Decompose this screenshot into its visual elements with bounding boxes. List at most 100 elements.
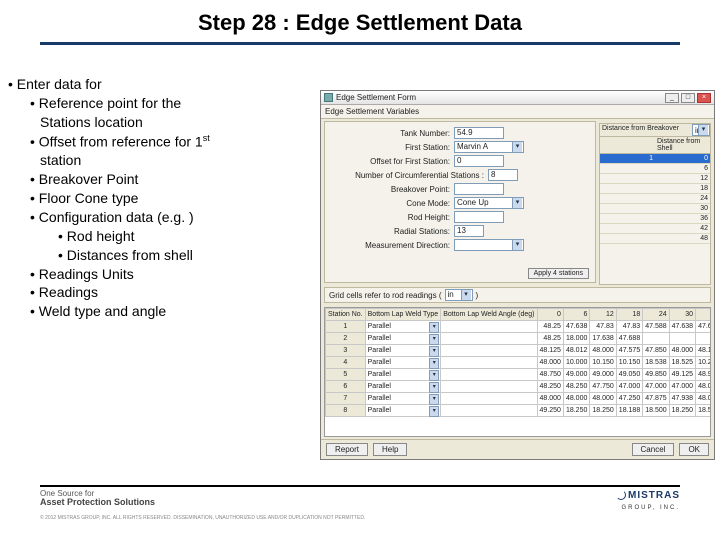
weld-angle-cell[interactable] [441, 381, 537, 393]
reading-cell[interactable]: 18.250 [563, 405, 589, 417]
weld-angle-cell[interactable] [441, 369, 537, 381]
table-row[interactable]: 3Parallel48.12548.01248.00047.57547.8504… [326, 345, 712, 357]
reading-cell[interactable]: 10.150 [616, 357, 642, 369]
window-titlebar[interactable]: Edge Settlement Form _ □ × [321, 91, 714, 105]
reading-cell[interactable]: 48.25 [537, 333, 563, 345]
reading-cell[interactable]: 47.588 [643, 321, 669, 333]
reading-cell[interactable]: 47.83 [616, 321, 642, 333]
reading-cell[interactable]: 47.875 [643, 393, 669, 405]
reading-cell[interactable]: 49.850 [643, 369, 669, 381]
reading-cell[interactable]: 48.000 [590, 393, 616, 405]
reading-cell[interactable]: 48.250 [563, 381, 589, 393]
reading-cell[interactable]: 48.062 [696, 381, 711, 393]
distance-row[interactable]: 12 [600, 174, 710, 184]
reading-cell[interactable]: 47.83 [590, 321, 616, 333]
reading-cell[interactable]: 48.000 [537, 393, 563, 405]
reading-cell[interactable]: 10.000 [563, 357, 589, 369]
weld-type-cell[interactable]: Parallel [365, 405, 441, 417]
num-circ-input[interactable]: 8 [488, 169, 518, 181]
distance-row[interactable]: 30 [600, 204, 710, 214]
reading-cell[interactable]: 18.525 [669, 357, 695, 369]
cone-mode-select[interactable]: Cone Up [454, 197, 524, 209]
distance-row[interactable]: 48 [600, 234, 710, 244]
breakover-input[interactable] [454, 183, 504, 195]
units-select[interactable]: in [445, 289, 473, 301]
reading-cell[interactable]: 47.688 [696, 321, 711, 333]
weld-angle-cell[interactable] [441, 345, 537, 357]
weld-type-cell[interactable]: Parallel [365, 393, 441, 405]
weld-angle-cell[interactable] [441, 357, 537, 369]
weld-type-cell[interactable]: Parallel [365, 369, 441, 381]
ok-button[interactable]: OK [679, 443, 709, 456]
reading-cell[interactable]: 47.000 [669, 381, 695, 393]
reading-cell[interactable]: 18.562 [696, 405, 711, 417]
distance-row[interactable]: 6 [600, 164, 710, 174]
weld-angle-cell[interactable] [441, 393, 537, 405]
rp-unit-select[interactable]: in [692, 124, 710, 136]
reading-cell[interactable]: 18.250 [590, 405, 616, 417]
reading-cell[interactable]: 18.500 [643, 405, 669, 417]
table-row[interactable]: 2Parallel48.2518.00017.63847.688 [326, 333, 712, 345]
reading-cell[interactable]: 49.000 [590, 369, 616, 381]
weld-type-cell[interactable]: Parallel [365, 321, 441, 333]
reading-cell[interactable]: 48.250 [537, 381, 563, 393]
minimize-button[interactable]: _ [665, 93, 679, 103]
table-row[interactable]: 5Parallel48.75049.00049.00049.05049.8504… [326, 369, 712, 381]
reading-cell[interactable]: 47.638 [563, 321, 589, 333]
weld-type-cell[interactable]: Parallel [365, 345, 441, 357]
table-row[interactable]: 4Parallel48.00010.00010.15010.15018.5381… [326, 357, 712, 369]
reading-cell[interactable]: 47.000 [643, 381, 669, 393]
reading-cell[interactable] [669, 333, 695, 345]
reading-cell[interactable]: 47.750 [590, 381, 616, 393]
weld-angle-cell[interactable] [441, 405, 537, 417]
reading-cell[interactable]: 49.000 [563, 369, 589, 381]
offset-input[interactable]: 0 [454, 155, 504, 167]
reading-cell[interactable]: 17.638 [590, 333, 616, 345]
table-row[interactable]: 1Parallel48.2547.63847.8347.8347.58847.6… [326, 321, 712, 333]
reading-cell[interactable]: 48.125 [537, 345, 563, 357]
reading-cell[interactable]: 48.000 [590, 345, 616, 357]
reading-cell[interactable]: 48.125 [696, 345, 711, 357]
readings-grid[interactable]: Station No.Bottom Lap Weld TypeBottom La… [324, 307, 711, 437]
reading-cell[interactable]: 47.638 [669, 321, 695, 333]
reading-cell[interactable]: 47.000 [616, 381, 642, 393]
reading-cell[interactable]: 48.000 [563, 393, 589, 405]
reading-cell[interactable]: 48.000 [537, 357, 563, 369]
reading-cell[interactable]: 48.012 [563, 345, 589, 357]
weld-type-cell[interactable]: Parallel [365, 333, 441, 345]
reading-cell[interactable]: 48.750 [537, 369, 563, 381]
table-row[interactable]: 7Parallel48.00048.00048.00047.25047.8754… [326, 393, 712, 405]
apply-stations-button[interactable]: Apply 4 stations [528, 268, 589, 279]
first-station-select[interactable]: Marvin A [454, 141, 524, 153]
reading-cell[interactable]: 47.850 [643, 345, 669, 357]
reading-cell[interactable]: 18.250 [669, 405, 695, 417]
maximize-button[interactable]: □ [681, 93, 695, 103]
weld-angle-cell[interactable] [441, 321, 537, 333]
distance-row[interactable]: 36 [600, 214, 710, 224]
reading-cell[interactable] [643, 333, 669, 345]
close-button[interactable]: × [697, 93, 711, 103]
reading-cell[interactable]: 18.000 [563, 333, 589, 345]
cancel-button[interactable]: Cancel [632, 443, 675, 456]
readings-table[interactable]: Station No.Bottom Lap Weld TypeBottom La… [325, 308, 711, 417]
report-button[interactable]: Report [326, 443, 368, 456]
weld-type-cell[interactable]: Parallel [365, 357, 441, 369]
reading-cell[interactable]: 48.050 [696, 393, 711, 405]
table-row[interactable]: 6Parallel48.25048.25047.75047.00047.0004… [326, 381, 712, 393]
weld-angle-cell[interactable] [441, 333, 537, 345]
distance-row[interactable]: 18 [600, 184, 710, 194]
reading-cell[interactable]: 49.050 [616, 369, 642, 381]
reading-cell[interactable]: 18.188 [616, 405, 642, 417]
distance-row[interactable]: 42 [600, 224, 710, 234]
reading-cell[interactable]: 48.962 [696, 369, 711, 381]
reading-cell[interactable]: 48.25 [537, 321, 563, 333]
reading-cell[interactable]: 49.125 [669, 369, 695, 381]
reading-cell[interactable]: 47.688 [616, 333, 642, 345]
distance-row[interactable]: 10 [600, 154, 710, 164]
reading-cell[interactable]: 10.150 [590, 357, 616, 369]
reading-cell[interactable]: 49.250 [537, 405, 563, 417]
meas-dir-select[interactable] [454, 239, 524, 251]
reading-cell[interactable]: 48.000 [669, 345, 695, 357]
reading-cell[interactable] [696, 333, 711, 345]
reading-cell[interactable]: 10.250 [696, 357, 711, 369]
